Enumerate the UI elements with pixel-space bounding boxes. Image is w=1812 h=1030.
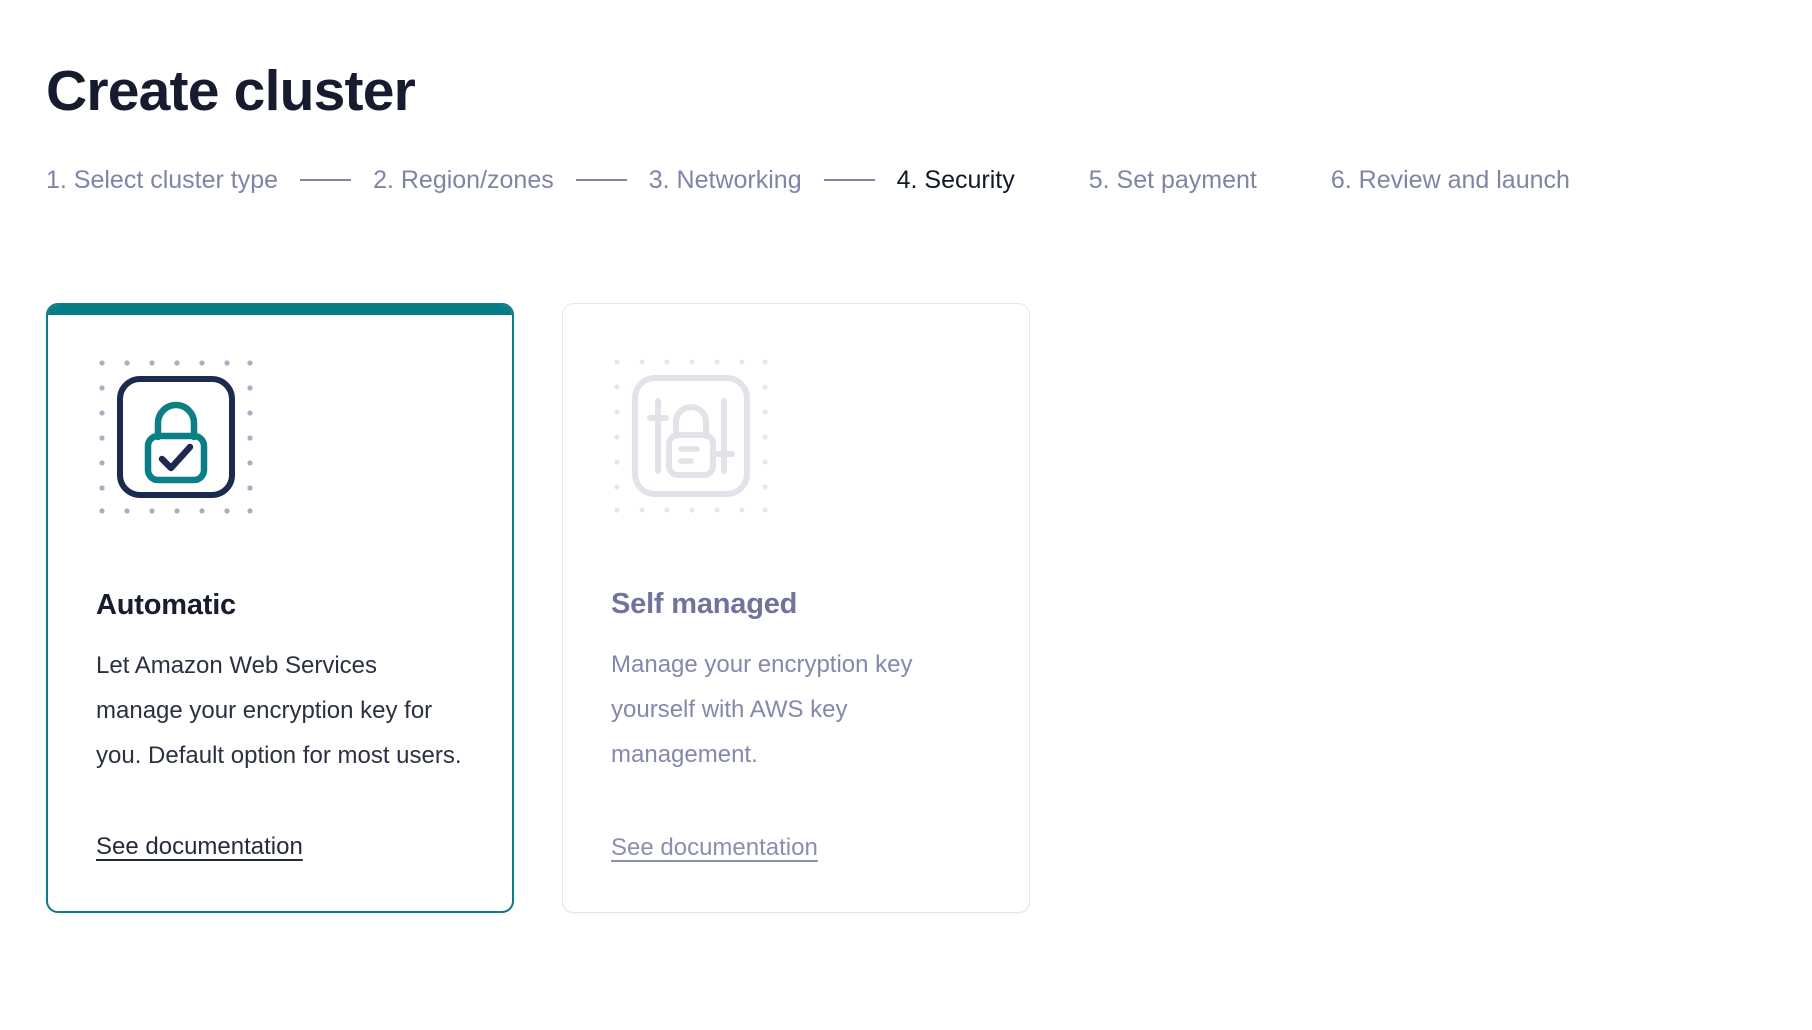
page-title: Create cluster (46, 59, 416, 123)
create-cluster-page: Create cluster 1. Select cluster type 2. … (0, 0, 1812, 1030)
see-documentation-link[interactable]: See documentation (96, 831, 303, 863)
card-content: Automatic Let Amazon Web Services manage… (48, 305, 512, 911)
stepper-item-1[interactable]: 1. Select cluster type (46, 164, 278, 196)
stepper-connector-3 (823, 179, 875, 181)
lock-sliders-icon (611, 356, 771, 516)
option-card-self-managed[interactable]: Self managed Manage your encryption key … (562, 303, 1030, 913)
card-heading: Self managed (611, 588, 798, 620)
option-card-list: Automatic Let Amazon Web Services manage… (46, 303, 1030, 913)
card-description: Manage your encryption key yourself with… (611, 651, 913, 768)
stepper-connector-2 (575, 179, 627, 181)
option-card-automatic[interactable]: Automatic Let Amazon Web Services manage… (46, 303, 514, 913)
stepper-item-4[interactable]: 4. Security (897, 164, 1015, 196)
stepper-item-6[interactable]: 6. Review and launch (1331, 164, 1570, 196)
card-description: Let Amazon Web Services manage your encr… (96, 652, 462, 769)
lock-check-icon (96, 357, 256, 517)
stepper-connector-1 (300, 179, 352, 181)
see-documentation-link[interactable]: See documentation (611, 832, 818, 864)
card-content: Self managed Manage your encryption key … (563, 304, 1029, 912)
card-heading: Automatic (96, 589, 236, 621)
stepper-item-5[interactable]: 5. Set payment (1089, 164, 1257, 196)
stepper-item-2[interactable]: 2. Region/zones (373, 164, 554, 196)
stepper: 1. Select cluster type 2. Region/zones 3. … (46, 164, 1786, 196)
stepper-item-3[interactable]: 3. Networking (649, 164, 802, 196)
